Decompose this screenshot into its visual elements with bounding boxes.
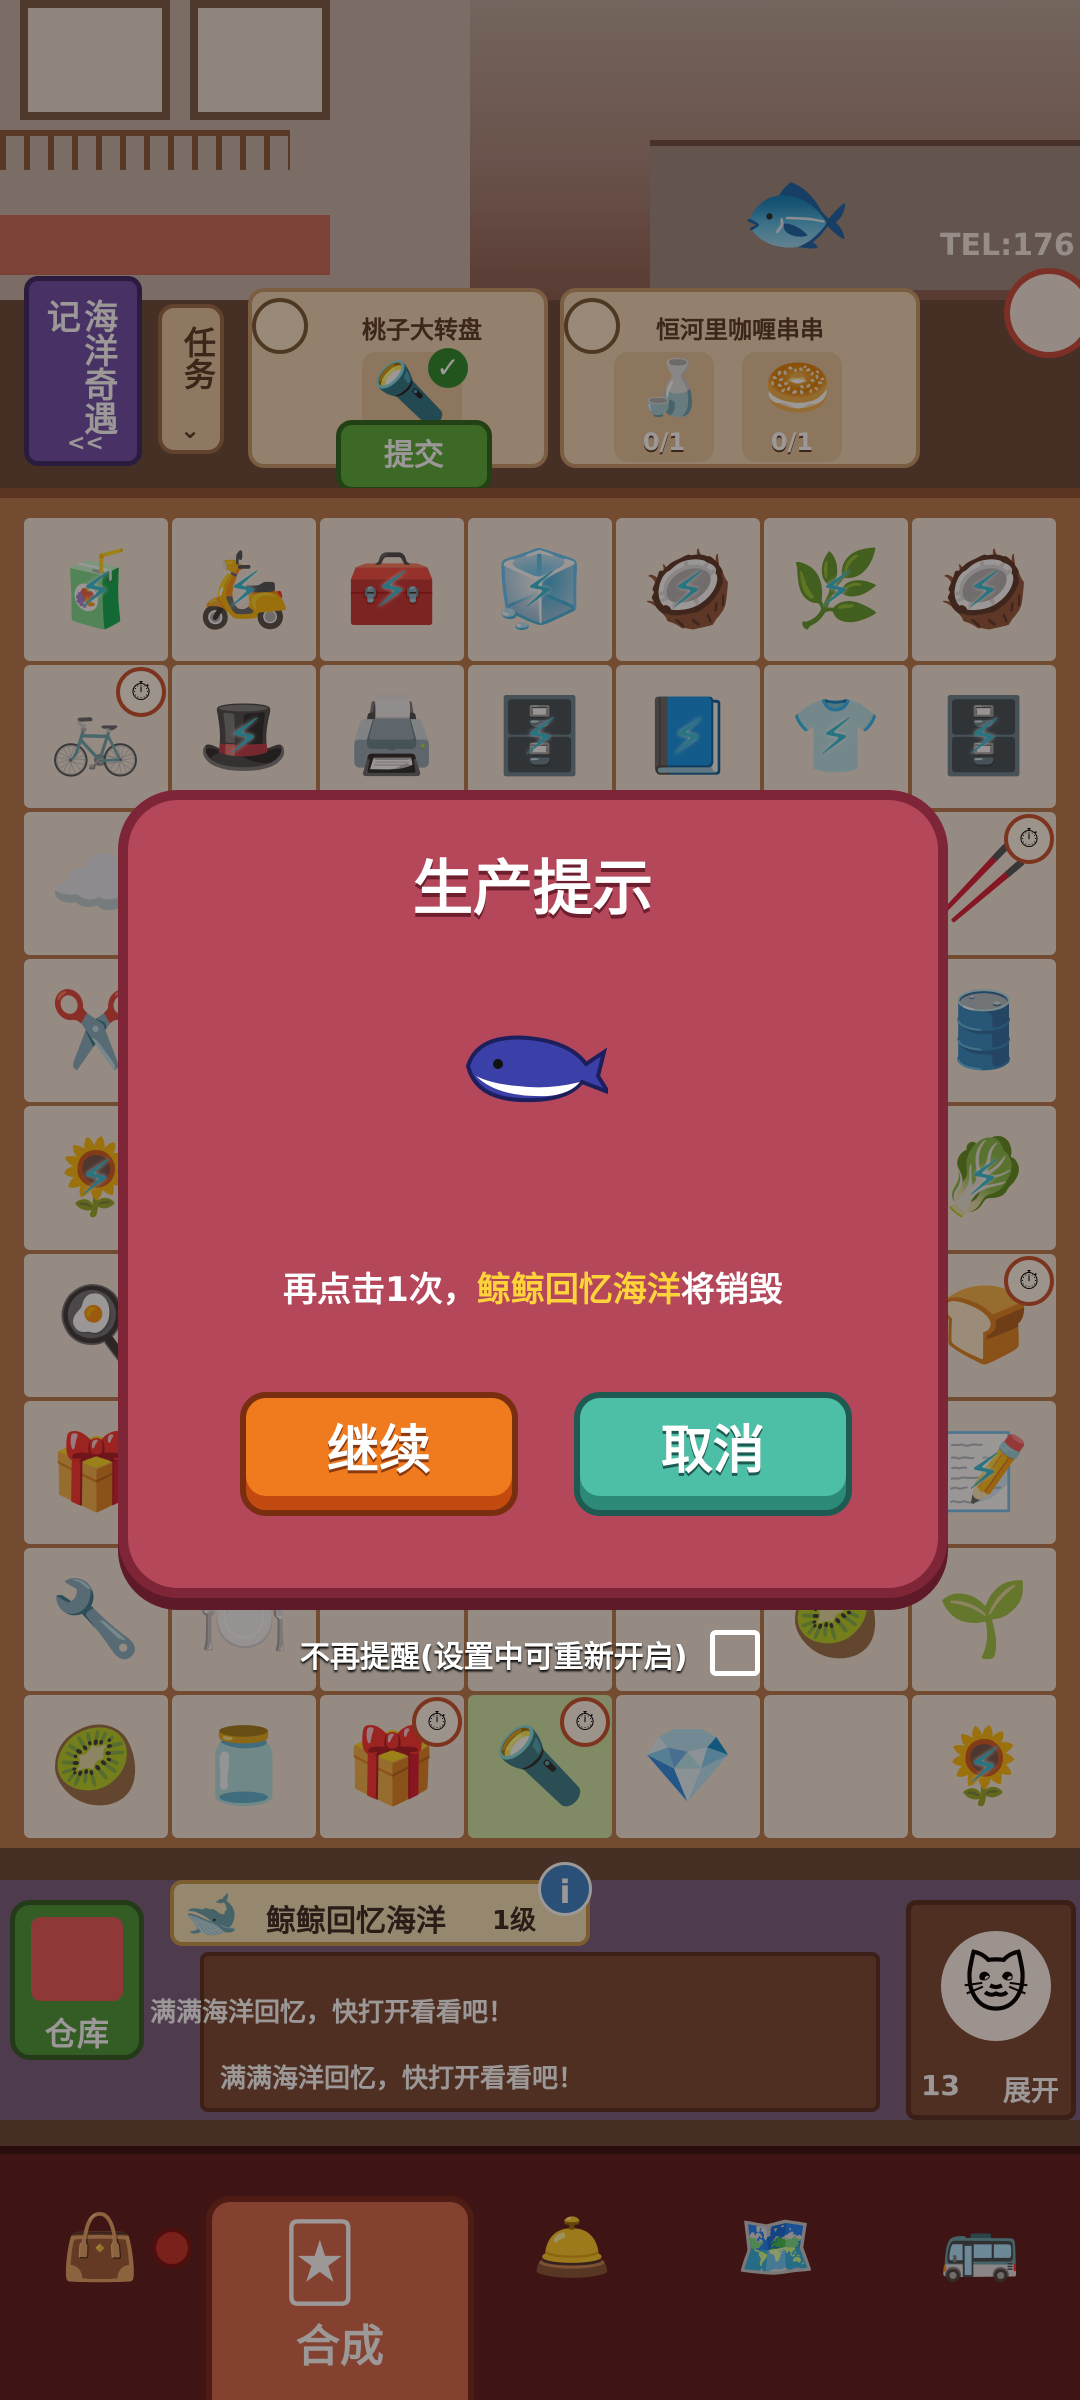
production-hint-dialog: 生产提示 再点击1次，鲸鲸回忆海洋将销毁 继续 取消: [118, 790, 948, 1598]
continue-button[interactable]: 继续: [240, 1392, 518, 1516]
message-suffix: 将销毁: [680, 1270, 783, 1310]
dialog-message: 再点击1次，鲸鲸回忆海洋将销毁: [128, 1262, 938, 1311]
dialog-title: 生产提示: [413, 854, 653, 924]
no-remind-label: 不再提醒(设置中可重新开启): [300, 1640, 688, 1675]
no-remind-checkbox[interactable]: [710, 1630, 760, 1676]
whale-icon: [465, 1035, 608, 1103]
cancel-button[interactable]: 取消: [574, 1392, 852, 1516]
message-prefix: 再点击1次，: [283, 1270, 477, 1310]
message-item-name: 鲸鲸回忆海洋: [476, 1270, 681, 1310]
